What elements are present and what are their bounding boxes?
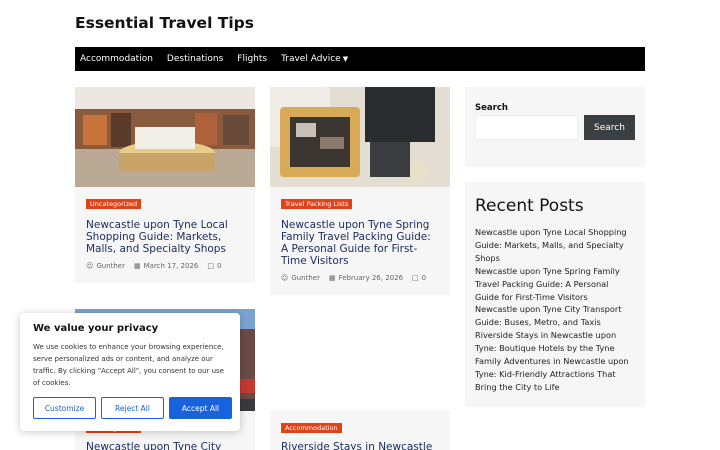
post-author[interactable]: Gunther [96, 262, 125, 270]
post-title[interactable]: Newcastle upon Tyne Spring Family Travel… [281, 219, 440, 267]
recent-posts-widget: Recent Posts Newcastle upon Tyne Local S… [465, 182, 645, 407]
cookie-title: We value your privacy [33, 323, 159, 334]
recent-post-link[interactable]: Newcastle upon Tyne Spring Family Travel… [475, 265, 635, 304]
nav-item-accommodation[interactable]: Accommodation [80, 54, 153, 64]
cookie-consent-dialog: We value your privacy We use cookies to … [20, 313, 240, 431]
search-input[interactable] [475, 115, 578, 140]
post-thumbnail-packing[interactable] [270, 87, 450, 187]
recent-post-link[interactable]: Family Adventures in Newcastle upon Tyne… [475, 355, 635, 394]
nav-item-flights[interactable]: Flights [237, 54, 267, 64]
post-meta: ☺ Gunther ▦ February 26, 2026 □ 0 [281, 274, 435, 282]
recent-posts-title: Recent Posts [475, 196, 584, 216]
post-date: February 26, 2026 [338, 274, 404, 282]
cookie-text: We use cookies to enhance your browsing … [33, 343, 224, 387]
recent-post-link[interactable]: Newcastle upon Tyne City Transport Guide… [475, 303, 635, 329]
post-thumbnail-shop[interactable] [75, 87, 255, 187]
post-date: March 17, 2026 [143, 262, 199, 270]
search-widget: Search Search [465, 87, 645, 167]
post-card: Uncategorized Newcastle upon Tyne Local … [75, 87, 255, 283]
customize-button[interactable]: Customize [33, 397, 96, 419]
comment-icon: □ [207, 262, 214, 270]
recent-post-link[interactable]: Riverside Stays in Newcastle upon Tyne: … [475, 329, 635, 355]
post-meta: ☺ Gunther ▦ March 17, 2026 □ 0 [86, 262, 230, 270]
post-author[interactable]: Gunther [291, 274, 320, 282]
post-comments-count[interactable]: 0 [422, 274, 426, 282]
comment-icon: □ [412, 274, 419, 282]
post-title[interactable]: Newcastle upon Tyne City [86, 441, 245, 450]
category-badge[interactable]: Uncategorized [86, 199, 142, 209]
calendar-icon: ▦ [133, 262, 141, 270]
user-icon: ☺ [86, 262, 94, 270]
user-icon: ☺ [281, 274, 289, 282]
reject-all-button[interactable]: Reject All [101, 397, 164, 419]
calendar-icon: ▦ [328, 274, 336, 282]
site-title[interactable]: Essential Travel Tips [75, 14, 254, 32]
nav-item-travel-advice-label: Travel Advice [281, 54, 341, 64]
recent-post-link[interactable]: Newcastle upon Tyne Local Shopping Guide… [475, 226, 635, 265]
category-badge[interactable]: Accommodation [281, 423, 342, 433]
main-navigation: Accommodation Destinations Flights Trave… [75, 47, 645, 71]
accept-all-button[interactable]: Accept All [169, 397, 232, 419]
post-comments-count[interactable]: 0 [217, 262, 221, 270]
post-card: Travel Packing Lists Newcastle upon Tyne… [270, 87, 450, 295]
recent-posts-list: Newcastle upon Tyne Local Shopping Guide… [475, 226, 635, 394]
search-button[interactable]: Search [584, 115, 635, 140]
chevron-down-icon: ▼ [342, 55, 349, 63]
nav-item-destinations[interactable]: Destinations [167, 54, 223, 64]
post-title[interactable]: Riverside Stays in Newcastle [281, 441, 440, 450]
nav-item-travel-advice[interactable]: Travel Advice ▼ [281, 54, 348, 64]
category-badge[interactable]: Travel Packing Lists [281, 199, 353, 209]
post-card: Accommodation Riverside Stays in Newcast… [270, 410, 450, 450]
post-title[interactable]: Newcastle upon Tyne Local Shopping Guide… [86, 219, 245, 255]
search-label: Search [475, 103, 508, 113]
